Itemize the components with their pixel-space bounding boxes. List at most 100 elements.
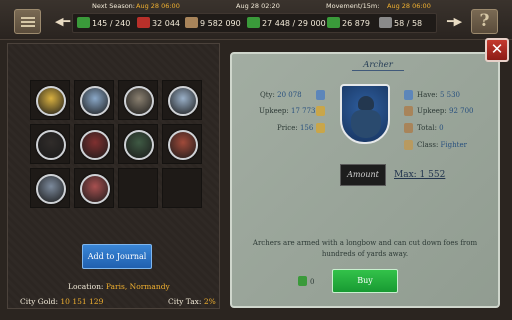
unit-cavalry-icon bbox=[36, 174, 66, 204]
class-row: Class: Fighter bbox=[417, 141, 467, 149]
total-sack-icon bbox=[404, 123, 413, 133]
total-label: Total: bbox=[417, 124, 437, 132]
add-to-journal-button[interactable]: Add to Journal bbox=[82, 244, 152, 269]
location-value: Paris, Normandy bbox=[105, 282, 170, 291]
recruits-stat: 26 879 bbox=[327, 17, 370, 31]
price-label: Price: bbox=[277, 124, 298, 132]
unit-swordsman-cell[interactable] bbox=[74, 80, 114, 120]
unit-cavalry-cell[interactable] bbox=[30, 168, 70, 208]
food-stat: 27 448 / 29 000 bbox=[247, 17, 326, 31]
current-date: Aug 28 02:20 bbox=[236, 2, 280, 10]
gold-icon bbox=[316, 123, 325, 133]
troops-icon bbox=[77, 17, 90, 28]
have-label: Have: bbox=[417, 91, 438, 99]
total-value: 0 bbox=[439, 124, 444, 132]
menu-icon-line bbox=[21, 25, 35, 27]
resource-bar: 145 / 240 32 044 9 582 090 27 448 / 29 0… bbox=[72, 13, 437, 33]
upkeep-sack-icon bbox=[404, 106, 413, 116]
city-tax-row: City Tax: 2% bbox=[168, 297, 216, 306]
cost-value: 0 bbox=[310, 278, 315, 286]
empty-unit-slot bbox=[118, 168, 158, 208]
unit-swordsman-icon bbox=[80, 86, 110, 116]
next-season-date: Aug 28 06:00 bbox=[136, 2, 180, 10]
price-row: Price: 156 bbox=[277, 124, 313, 132]
wheat-icon bbox=[316, 106, 325, 116]
class-value: Fighter bbox=[440, 141, 467, 149]
have-value: 5 530 bbox=[439, 91, 461, 99]
unit-heavy-cavalry-icon bbox=[80, 174, 110, 204]
upkeep-label: Upkeep: bbox=[259, 107, 289, 115]
next-arrow-icon[interactable]: ━▶ bbox=[447, 16, 462, 27]
close-icon: ✕ bbox=[490, 40, 504, 58]
unit-red-hood-icon bbox=[80, 130, 110, 160]
unit-dark-hood-cell[interactable] bbox=[30, 124, 70, 164]
location-label: Location: bbox=[68, 282, 104, 291]
food-cost-icon bbox=[298, 276, 307, 286]
city-gold-value: 10 151 129 bbox=[60, 297, 104, 306]
max-link[interactable]: Max: 1 552 bbox=[394, 170, 445, 180]
unit-peasant-cell[interactable] bbox=[30, 80, 70, 120]
location-row: Location: Paris, Normandy bbox=[68, 282, 170, 291]
strength-icon bbox=[137, 17, 150, 28]
unit-peasant-icon bbox=[36, 86, 66, 116]
strength-stat: 32 044 bbox=[137, 17, 180, 31]
unit-list-panel: Add to Journal Location: Paris, Normandy… bbox=[7, 43, 220, 309]
unit-knight-cell[interactable] bbox=[162, 80, 202, 120]
archer-portrait bbox=[340, 84, 390, 144]
total-upkeep-value: 92 700 bbox=[448, 107, 474, 115]
have-icon bbox=[404, 90, 413, 100]
total-upkeep-label: Upkeep: bbox=[417, 107, 447, 115]
unit-crossbow-icon bbox=[168, 130, 198, 160]
close-button[interactable]: ✕ bbox=[485, 38, 509, 62]
upkeep-value: 17 773 bbox=[290, 107, 316, 115]
upkeep-row: Upkeep: 17 773 bbox=[259, 107, 315, 115]
city-tax-label: City Tax: bbox=[168, 297, 202, 306]
next-season-label: Next Season: bbox=[92, 2, 135, 10]
menu-button[interactable] bbox=[14, 9, 41, 34]
gold-stat: 9 582 090 bbox=[185, 17, 241, 31]
recruits-icon bbox=[327, 17, 340, 28]
city-gold-row: City Gold: 10 151 129 bbox=[20, 297, 103, 306]
food-icon bbox=[247, 17, 260, 28]
movement-label: Movement/15m: bbox=[326, 2, 380, 10]
unit-heavy-cavalry-cell[interactable] bbox=[74, 168, 114, 208]
unit-dark-hood-icon bbox=[36, 130, 66, 160]
season-row: Next Season: Aug 28 06:00 Aug 28 02:20 M… bbox=[70, 2, 440, 12]
gold-value: 9 582 090 bbox=[200, 19, 241, 28]
unit-spearman-icon bbox=[124, 86, 154, 116]
prev-arrow-icon[interactable]: ◀━ bbox=[55, 16, 70, 27]
unit-red-hood-cell[interactable] bbox=[74, 124, 114, 164]
qty-value: 20 078 bbox=[277, 91, 302, 99]
total-upkeep-row: Upkeep: 92 700 bbox=[417, 107, 473, 115]
have-row: Have: 5 530 bbox=[417, 91, 460, 99]
menu-icon bbox=[21, 17, 35, 19]
menu-icon-line bbox=[21, 21, 35, 23]
archer-head bbox=[358, 96, 374, 110]
movement-date: Aug 28 06:00 bbox=[387, 2, 431, 10]
unit-spearman-cell[interactable] bbox=[118, 80, 158, 120]
food-value: 27 448 / 29 000 bbox=[262, 19, 326, 28]
unit-knight-icon bbox=[168, 86, 198, 116]
qty-label: Qty: bbox=[260, 91, 275, 99]
help-button[interactable]: ? bbox=[471, 9, 498, 34]
strength-value: 32 044 bbox=[152, 19, 180, 28]
class-label: Class: bbox=[417, 141, 439, 149]
unit-green-hood-icon bbox=[124, 130, 154, 160]
archer-body bbox=[351, 110, 381, 138]
total-row: Total: 0 bbox=[417, 124, 444, 132]
price-value: 156 bbox=[299, 124, 314, 132]
unit-crossbow-cell[interactable] bbox=[162, 124, 202, 164]
qty-row: Qty: 20 078 bbox=[260, 91, 302, 99]
question-icon: ? bbox=[479, 11, 490, 31]
city-tax-value: 2% bbox=[203, 297, 216, 306]
population-icon bbox=[316, 90, 325, 100]
buy-button[interactable]: Buy bbox=[332, 269, 398, 293]
castles-value: 58 / 58 bbox=[394, 19, 423, 28]
unit-green-hood-cell[interactable] bbox=[118, 124, 158, 164]
unit-description: Archers are armed with a longbow and can… bbox=[252, 239, 478, 258]
gold-sack-icon bbox=[185, 17, 198, 28]
amount-input[interactable]: Amount bbox=[340, 164, 386, 186]
castles-stat: 58 / 58 bbox=[379, 17, 422, 31]
empty-unit-slot bbox=[162, 168, 202, 208]
troops-stat: 145 / 240 bbox=[77, 17, 130, 31]
